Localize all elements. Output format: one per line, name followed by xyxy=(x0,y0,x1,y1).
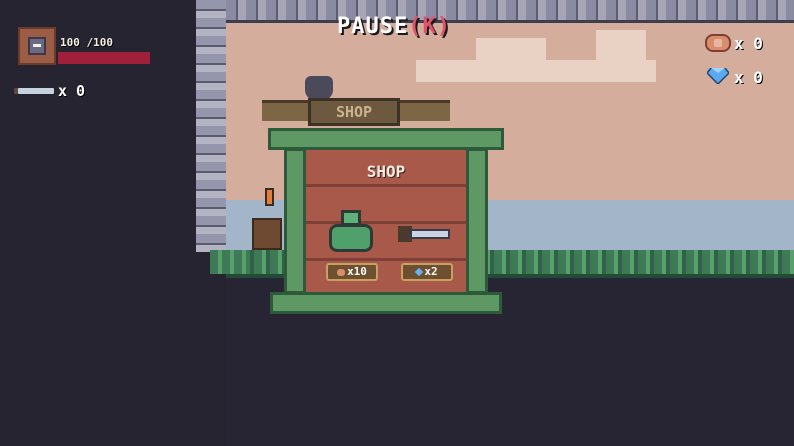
crate xyxy=(252,218,282,250)
coin-icon xyxy=(705,34,731,52)
cloud xyxy=(596,30,646,62)
shop-sign: SHOP xyxy=(308,98,400,126)
eyes xyxy=(33,44,41,47)
player-portrait xyxy=(18,27,56,65)
shop-post xyxy=(466,148,488,294)
shop-title: SHOP xyxy=(366,162,406,181)
sword-price-tag[interactable]: x2 xyxy=(401,263,453,281)
potion-price: x10 xyxy=(347,265,367,278)
sword-price: x2 xyxy=(424,265,438,278)
pause-label: PAUSE xyxy=(337,14,409,39)
shop-post xyxy=(284,148,306,294)
sword-icon xyxy=(410,229,450,239)
potion-price-tag[interactable]: x10 xyxy=(326,263,378,281)
rock-ceiling xyxy=(226,0,794,23)
gem-icon xyxy=(415,267,424,277)
cauldron xyxy=(305,76,333,100)
shop-frame-top xyxy=(268,128,504,150)
coin-face xyxy=(714,39,722,47)
coin-icon xyxy=(337,268,346,276)
pause-title: PAUSE(K) xyxy=(337,14,451,39)
coin-count: x 0 xyxy=(734,34,763,53)
lantern xyxy=(265,188,274,206)
pause-key-hint: (K) xyxy=(408,14,451,39)
sword-icon xyxy=(18,88,54,94)
gem-icon xyxy=(707,68,729,84)
rock-wall xyxy=(196,0,226,252)
health-bar xyxy=(58,52,150,64)
cloud xyxy=(476,38,546,64)
shop-frame-bottom xyxy=(270,292,502,314)
buy-potion-button[interactable] xyxy=(325,206,377,254)
player-face-icon xyxy=(28,37,46,55)
potion-body xyxy=(329,224,373,252)
health-text: 100 /100 xyxy=(60,36,113,49)
buy-sword-button[interactable] xyxy=(398,226,452,242)
grass-strip xyxy=(210,250,250,274)
sword-count: x 0 xyxy=(58,82,86,100)
gem-count: x 0 xyxy=(734,68,763,87)
